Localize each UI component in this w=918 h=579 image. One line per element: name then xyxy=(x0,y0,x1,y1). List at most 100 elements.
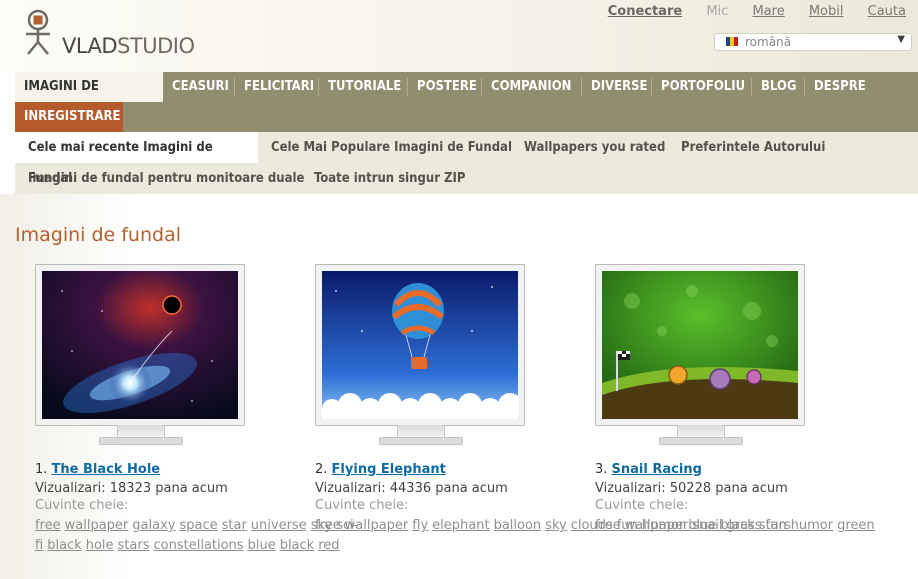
wallpaper-card: 2. Flying Elephant Vizualizari: 44336 pa… xyxy=(315,264,791,536)
keywords: Cuvinte cheie: free wallpaper fly elephant b… xyxy=(315,496,791,536)
monitor-frame xyxy=(595,264,805,426)
monitor-base xyxy=(99,437,183,445)
wallpaper-number: 1. xyxy=(35,462,48,477)
nav-item-wallpapers[interactable]: IMAGINI DE FUNDAL xyxy=(15,72,163,124)
keyword-link[interactable]: stars xyxy=(118,538,150,553)
nav-item-posters[interactable]: POSTERE xyxy=(408,72,486,102)
nav-item-misc[interactable]: DIVERSE xyxy=(582,72,657,102)
keywords-label: Cuvinte cheie: xyxy=(35,498,129,513)
keyword-link[interactable]: elephant xyxy=(432,518,489,533)
views-count: Vizualizari: 18323 pana acum xyxy=(35,481,305,496)
keyword-link[interactable]: star xyxy=(222,518,247,533)
keyword-link[interactable]: galaxy xyxy=(132,518,175,533)
views-suffix: pana acum xyxy=(435,481,508,496)
wallpaper-thumbnail[interactable] xyxy=(35,264,245,454)
nav-item-tutorials[interactable]: TUTORIALE xyxy=(319,72,410,102)
keyword-link[interactable]: black xyxy=(47,538,82,553)
font-small-link[interactable]: Mic xyxy=(706,4,728,19)
subnav-dual-monitor[interactable]: Imagini de fundal pentru monitoare duale xyxy=(15,163,317,194)
keywords: Cuvinte cheie: free wallpaper snail grass fu… xyxy=(595,496,875,536)
keyword-link[interactable]: wallpaper xyxy=(345,518,409,533)
keyword-link[interactable]: red xyxy=(318,538,339,553)
keyword-link[interactable]: fun xyxy=(766,518,787,533)
wallpaper-title-link[interactable]: Snail Racing xyxy=(612,462,702,477)
keyword-link[interactable]: constellations xyxy=(154,538,244,553)
language-selected: română xyxy=(745,35,792,49)
keyword-link[interactable]: universe xyxy=(251,518,307,533)
search-link[interactable]: Cauta xyxy=(868,4,906,19)
sub-nav: Cele mai recente Imagini de Fundal Cele … xyxy=(15,132,918,194)
snail-racing-image xyxy=(602,271,798,419)
monitor-frame xyxy=(35,264,245,426)
language-select[interactable]: română ▼ xyxy=(714,33,912,51)
views-count: Vizualizari: 50228 pana acum xyxy=(595,481,865,496)
nav-item-blog[interactable]: BLOG xyxy=(752,72,805,102)
mobile-link[interactable]: Mobil xyxy=(809,4,844,19)
keyword-link[interactable]: black xyxy=(280,538,315,553)
keyword-link[interactable]: blue xyxy=(248,538,276,553)
keywords-label: Cuvinte cheie: xyxy=(595,498,689,513)
keyword-link[interactable]: hole xyxy=(86,538,114,553)
keyword-link[interactable]: free xyxy=(35,518,61,533)
wallpaper-title-link[interactable]: The Black Hole xyxy=(52,462,161,477)
wallpaper-thumbnail[interactable] xyxy=(315,264,525,454)
main-nav: IMAGINI DE FUNDAL CEASURI FELICITARI TUT… xyxy=(15,72,918,132)
nav-item-clocks[interactable]: CEASURI xyxy=(163,72,238,102)
romania-flag-icon xyxy=(726,37,738,46)
views-suffix: pana acum xyxy=(155,481,228,496)
font-large-link[interactable]: Mare xyxy=(752,4,784,19)
wallpaper-card: 1. The Black Hole Vizualizari: 18323 pan… xyxy=(35,264,358,556)
wallpaper-title-row: 3. Snail Racing xyxy=(595,462,865,477)
wallpaper-title-row: 1. The Black Hole xyxy=(35,462,305,477)
vladstudio-logo[interactable]: VLADSTUDIO xyxy=(22,8,195,64)
views-label: Vizualizari: xyxy=(315,481,386,496)
subnav-author-picks[interactable]: Preferintele Autorului xyxy=(668,132,838,163)
keyword-link[interactable]: green xyxy=(837,518,875,533)
dropdown-arrow-icon: ▼ xyxy=(897,34,905,45)
views-value: 50228 xyxy=(669,481,712,496)
subnav-latest[interactable]: Cele mai recente Imagini de Fundal xyxy=(15,132,258,186)
site-header: VLADSTUDIO Conectare Mic Mare Mobil Caut… xyxy=(0,0,918,72)
keywords: Cuvinte cheie: free wallpaper galaxy space s… xyxy=(35,496,358,556)
views-suffix: pana acum xyxy=(715,481,788,496)
login-link[interactable]: Conectare xyxy=(608,4,682,19)
monitor-base xyxy=(379,437,463,445)
nav-item-companion[interactable]: COMPANION xyxy=(482,72,580,102)
wallpaper-title-row: 2. Flying Elephant xyxy=(315,462,585,477)
wallpaper-number: 3. xyxy=(595,462,608,477)
keyword-link[interactable]: free xyxy=(595,518,621,533)
black-hole-image xyxy=(42,271,238,419)
keyword-link[interactable]: space xyxy=(179,518,217,533)
nav-item-about[interactable]: DESPRE xyxy=(805,72,875,102)
keyword-link[interactable]: free xyxy=(315,518,341,533)
keyword-link[interactable]: balloon xyxy=(494,518,542,533)
keyword-link[interactable]: wallpaper xyxy=(65,518,129,533)
flying-elephant-image xyxy=(322,271,518,419)
top-links: Conectare Mic Mare Mobil Cauta xyxy=(588,4,906,19)
main-content: Imagini de fundal 1. The Black Hole Vizu… xyxy=(0,194,918,579)
keyword-link[interactable]: wallpaper xyxy=(625,518,689,533)
keyword-link[interactable]: grass xyxy=(726,518,761,533)
subnav-rated[interactable]: Wallpapers you rated xyxy=(511,132,678,163)
register-button[interactable]: INREGISTRARE xyxy=(15,102,123,132)
nav-item-portfolio[interactable]: PORTOFOLIU xyxy=(652,72,754,102)
logo-figure-icon xyxy=(26,9,50,55)
views-value: 44336 xyxy=(389,481,432,496)
keyword-link[interactable]: fly xyxy=(412,518,428,533)
keyword-link[interactable]: sky xyxy=(545,518,567,533)
keyword-link[interactable]: snail xyxy=(692,518,722,533)
nav-item-cards[interactable]: FELICITARI xyxy=(235,72,323,102)
wallpaper-title-link[interactable]: Flying Elephant xyxy=(332,462,446,477)
page-title: Imagini de fundal xyxy=(15,224,181,246)
subnav-popular[interactable]: Cele Mai Populare Imagini de Fundal xyxy=(258,132,525,163)
keywords-label: Cuvinte cheie: xyxy=(315,498,409,513)
subnav-zip[interactable]: Toate intrun singur ZIP xyxy=(301,163,478,194)
wallpaper-card: 3. Snail Racing Vizualizari: 50228 pana … xyxy=(595,264,875,536)
monitor-frame xyxy=(315,264,525,426)
monitor-base xyxy=(659,437,743,445)
keyword-link[interactable]: humor xyxy=(791,518,833,533)
views-label: Vizualizari: xyxy=(35,481,106,496)
views-value: 18323 xyxy=(109,481,152,496)
views-count: Vizualizari: 44336 pana acum xyxy=(315,481,585,496)
wallpaper-thumbnail[interactable] xyxy=(595,264,805,454)
